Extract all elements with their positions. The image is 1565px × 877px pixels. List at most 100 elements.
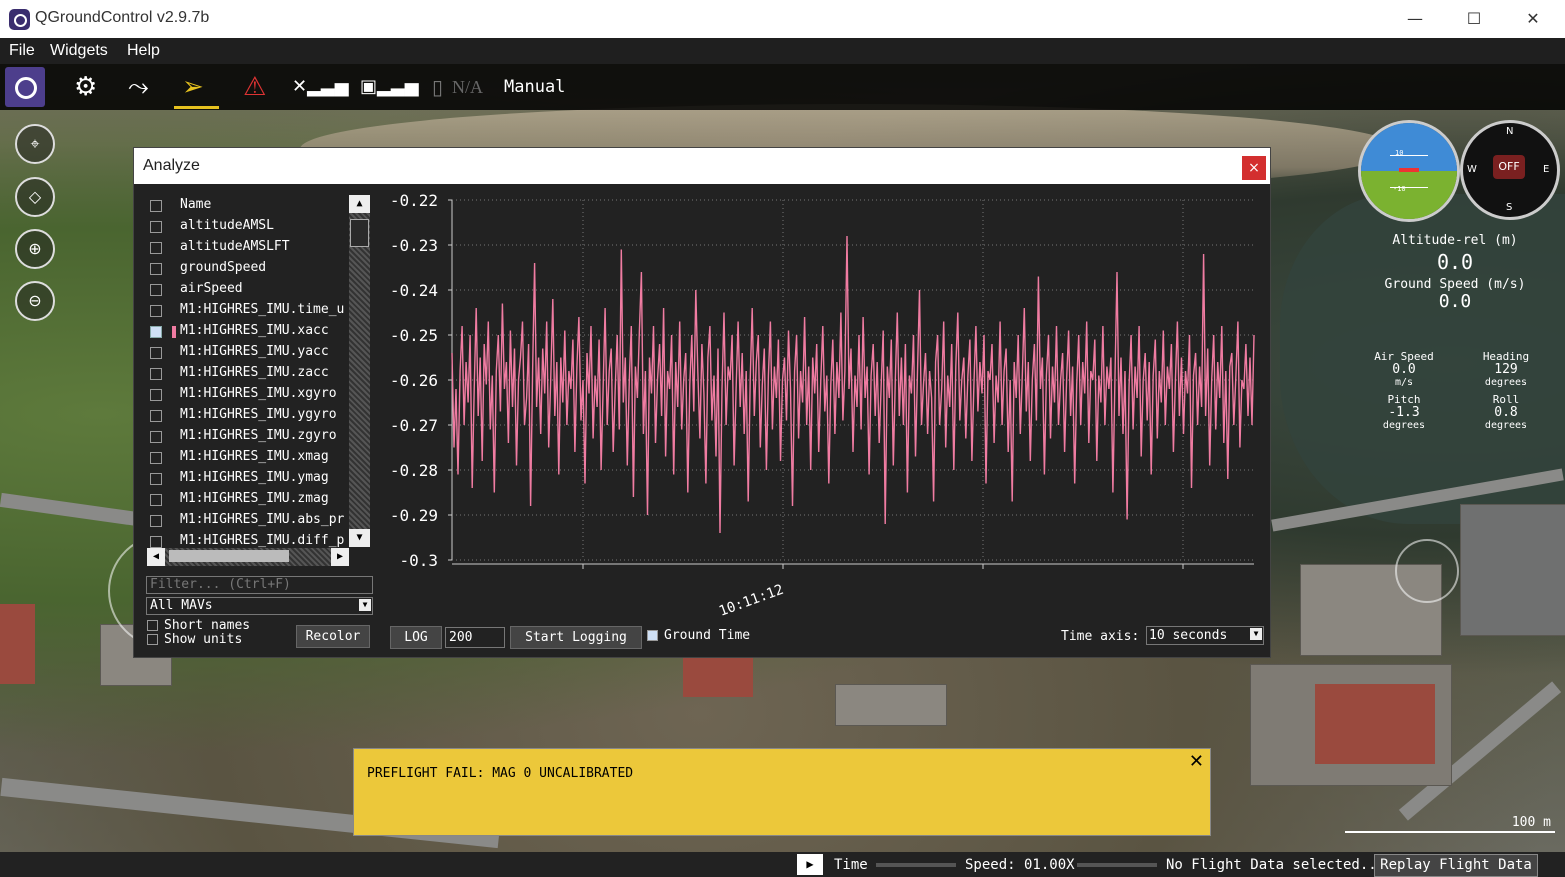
list-item-checkbox[interactable] [150, 389, 162, 401]
line-chart[interactable]: -0.22 -0.23 -0.24 -0.25 -0.26 -0.27 -0.28 -0.29… [374, 184, 1264, 624]
list-item[interactable]: M1:HIGHRES_IMU.zmag [142, 489, 370, 510]
list-item-checkbox[interactable] [150, 221, 162, 233]
scroll-down-icon[interactable]: ▼ [349, 529, 370, 547]
list-item-label: M1:HIGHRES_IMU.xmag [180, 449, 329, 464]
zoom-out-icon[interactable]: ⊖ [15, 281, 55, 321]
short-names-checkbox[interactable]: Short names [147, 618, 250, 633]
warning-icon[interactable]: ⚠ [243, 72, 266, 102]
list-item[interactable]: M1:HIGHRES_IMU.xgyro [142, 384, 370, 405]
compass-s: S [1506, 202, 1513, 213]
log-button[interactable]: LOG [390, 626, 442, 649]
series-color-swatch[interactable] [172, 326, 176, 338]
replay-flight-data-button[interactable]: Replay Flight Data [1374, 854, 1538, 877]
zoom-in-icon[interactable]: ⊕ [15, 229, 55, 269]
list-item[interactable]: Name [142, 195, 370, 216]
compass-w: W [1467, 164, 1477, 175]
play-icon[interactable]: ▶ [797, 854, 823, 875]
battery-icon[interactable]: ▯ [432, 72, 443, 102]
list-item[interactable]: M1:HIGHRES_IMU.abs_pr [142, 510, 370, 531]
speed-slider[interactable] [1077, 863, 1157, 867]
scroll-left-icon[interactable]: ◀ [147, 548, 165, 566]
list-item-label: M1:HIGHRES_IMU.ymag [180, 470, 329, 485]
list-item-checkbox[interactable] [150, 515, 162, 527]
list-item[interactable]: M1:HIGHRES_IMU.yacc [142, 342, 370, 363]
list-item-checkbox[interactable] [150, 242, 162, 254]
plan-route-icon[interactable]: ⤳ [128, 72, 149, 102]
menu-file[interactable]: File [9, 42, 35, 60]
list-item-checkbox[interactable] [150, 494, 162, 506]
filter-input[interactable]: Filter... (Ctrl+F) [146, 576, 373, 594]
y-tick-label: -0.25 [390, 326, 438, 345]
list-item[interactable]: M1:HIGHRES_IMU.ymag [142, 468, 370, 489]
list-item[interactable]: M1:HIGHRES_IMU.zgyro [142, 426, 370, 447]
gear-icon[interactable]: ⚙ [74, 72, 97, 102]
window-title: QGroundControl v2.9.7b [35, 9, 210, 26]
list-item-checkbox[interactable] [150, 431, 162, 443]
list-item-checkbox[interactable] [150, 200, 162, 212]
hscroll-thumb[interactable] [169, 550, 289, 562]
time-axis-select[interactable]: 10 seconds ▼ [1146, 626, 1264, 645]
map-layers-icon[interactable]: ◇ [15, 177, 55, 217]
ground-time-checkbox[interactable]: Ground Time [647, 628, 750, 643]
air-speed-block: Air Speed 0.0 m/s [1374, 350, 1434, 388]
scroll-up-icon[interactable]: ▲ [349, 195, 370, 213]
qgc-logo-button[interactable] [5, 67, 45, 107]
menu-widgets[interactable]: Widgets [50, 42, 108, 60]
map-scale: 100 m [1345, 815, 1555, 837]
list-vertical-scrollbar[interactable]: ▲ ▼ [349, 195, 370, 547]
menu-help[interactable]: Help [127, 42, 160, 60]
list-item-label: M1:HIGHRES_IMU.ygyro [180, 407, 337, 422]
list-item[interactable]: airSpeed [142, 279, 370, 300]
gps-signal-icon[interactable]: ✕▂▃▅ [292, 72, 349, 102]
list-item-checkbox[interactable] [150, 284, 162, 296]
list-item-checkbox[interactable] [150, 410, 162, 422]
recolor-button[interactable]: Recolor [296, 625, 370, 648]
center-map-icon[interactable]: ⌖ [15, 124, 55, 164]
scroll-thumb[interactable] [350, 219, 369, 247]
show-units-checkbox[interactable]: Show units [147, 632, 242, 647]
list-item[interactable]: M1:HIGHRES_IMU.ygyro [142, 405, 370, 426]
list-horizontal-scrollbar[interactable]: ◀ ▶ [147, 548, 349, 566]
pitch-block: Pitch -1.3 degrees [1382, 393, 1426, 431]
dialog-header[interactable]: Analyze × [134, 148, 1270, 184]
x-tick-label: 10:11:12 [717, 582, 786, 620]
list-item[interactable]: groundSpeed [142, 258, 370, 279]
time-slider[interactable] [876, 863, 956, 867]
variable-list[interactable]: Name altitudeAMSL altitudeAMSLFT groundSpee… [142, 195, 370, 561]
list-item[interactable]: M1:HIGHRES_IMU.time_u [142, 300, 370, 321]
flight-mode[interactable]: Manual [504, 77, 565, 97]
points-input[interactable]: 200 [445, 627, 505, 648]
close-window-button[interactable]: ✕ [1513, 4, 1553, 34]
scroll-right-icon[interactable]: ▶ [331, 548, 349, 566]
mav-select-value: All MAVs [150, 598, 213, 613]
y-tick-label: -0.27 [390, 416, 438, 435]
mav-select[interactable]: All MAVs ▼ [146, 597, 373, 615]
time-label: Time [834, 857, 868, 873]
att-tick-label: 10 [1395, 149, 1404, 157]
list-item-label: M1:HIGHRES_IMU.time_u [180, 302, 345, 317]
list-item-checkbox[interactable] [150, 536, 162, 548]
list-item[interactable]: M1:HIGHRES_IMU.zacc [142, 363, 370, 384]
list-item[interactable]: M1:HIGHRES_IMU.xmag [142, 447, 370, 468]
right-joystick[interactable] [1395, 539, 1459, 603]
list-item[interactable]: altitudeAMSLFT [142, 237, 370, 258]
list-item[interactable]: M1:HIGHRES_IMU.xacc [142, 321, 370, 342]
list-item-checkbox[interactable] [150, 326, 162, 338]
list-item-checkbox[interactable] [150, 347, 162, 359]
minimize-button[interactable]: — [1395, 4, 1435, 34]
list-item-checkbox[interactable] [150, 305, 162, 317]
maximize-button[interactable]: ☐ [1454, 4, 1494, 34]
list-item[interactable]: altitudeAMSL [142, 216, 370, 237]
list-item-checkbox[interactable] [150, 452, 162, 464]
list-item-checkbox[interactable] [150, 263, 162, 275]
alert-close-icon[interactable]: ✕ [1189, 751, 1204, 772]
rc-signal-icon[interactable]: ▣▂▃▅ [360, 72, 419, 102]
altitude-label: Altitude-rel (m) [1392, 233, 1518, 248]
dialog-close-button[interactable]: × [1242, 156, 1266, 180]
fly-paper-plane-icon[interactable]: ➢ [182, 72, 204, 102]
list-item-checkbox[interactable] [150, 368, 162, 380]
list-item-label: M1:HIGHRES_IMU.zmag [180, 491, 329, 506]
list-item-checkbox[interactable] [150, 473, 162, 485]
map-building [683, 652, 753, 697]
start-logging-button[interactable]: Start Logging [510, 626, 642, 649]
